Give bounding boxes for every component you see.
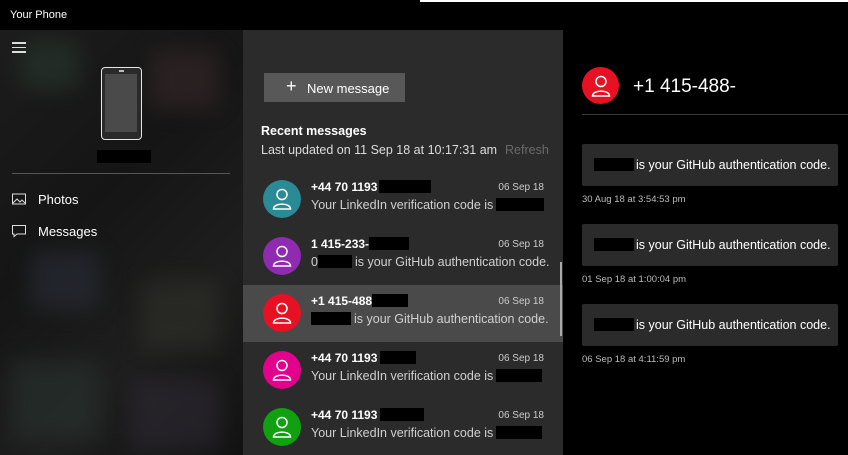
messages-icon [12, 225, 26, 238]
message-bubble: is your GitHub authentication code. [582, 224, 838, 266]
title-bar-highlight [420, 0, 848, 2]
redacted-text [317, 255, 352, 268]
message-bubble: is your GitHub authentication code. [582, 144, 838, 186]
message-text: is your GitHub authentication code. [636, 238, 831, 252]
message-bubble: is your GitHub authentication code. [582, 304, 838, 346]
person-icon [272, 359, 292, 381]
recent-messages-heading: Recent messages [261, 124, 367, 138]
redacted-text [594, 238, 634, 251]
new-message-button[interactable]: + New message [264, 73, 405, 102]
nav-item-messages[interactable]: Messages [0, 217, 243, 245]
conversation-date: 06 Sep 18 [498, 353, 544, 364]
message-text: is your GitHub authentication code. [636, 318, 831, 332]
title-bar: Your Phone [0, 0, 848, 30]
nav-item-photos[interactable]: Photos [0, 185, 243, 213]
conversation-name: +44 70 1193 [311, 180, 432, 194]
conversation-preview: Your LinkedIn verification code is [311, 426, 543, 440]
conversation-name: 1 415-233- [311, 237, 410, 251]
contact-name: +1 415-488- [633, 76, 736, 97]
conversation-date: 06 Sep 18 [498, 182, 544, 193]
background-blur [130, 380, 220, 450]
avatar [263, 237, 301, 275]
conversation-name: +1 415-488 [311, 294, 409, 308]
conversation-date: 06 Sep 18 [498, 410, 544, 421]
conversation-detail-pane: +1 415-488- is your GitHub authenticatio… [563, 30, 848, 455]
nav-divider [12, 173, 230, 174]
conversation-item-selected[interactable]: +1 415-488 06 Sep 18 is your GitHub auth… [243, 285, 563, 342]
nav-item-label: Messages [38, 224, 98, 239]
contact-avatar [582, 67, 619, 104]
phone-device-icon [101, 67, 142, 140]
redacted-text [380, 408, 425, 421]
person-icon [272, 245, 292, 267]
background-blur [30, 250, 100, 310]
conversation-item[interactable]: +44 70 1193 06 Sep 18 Your LinkedIn veri… [243, 342, 563, 399]
background-blur [140, 280, 220, 350]
redacted-text [594, 158, 634, 171]
person-icon [272, 416, 292, 438]
redacted-text [311, 312, 351, 325]
scrollbar-thumb[interactable] [560, 262, 562, 336]
background-blur [10, 360, 100, 440]
redacted-text [380, 351, 417, 364]
avatar [263, 351, 301, 389]
conversation-name: +44 70 1193 [311, 351, 417, 365]
last-updated-text: Last updated on 11 Sep 18 at 10:17:31 am [261, 143, 498, 157]
person-icon [272, 302, 292, 324]
messages-list-pane: + New message Recent messages Last updat… [243, 30, 563, 455]
redacted-text [379, 180, 432, 193]
nav-item-label: Photos [38, 192, 79, 207]
conversation-name: +44 70 1193 [311, 408, 425, 422]
redacted-text [496, 198, 545, 211]
message-timestamp: 30 Aug 18 at 3:54:53 pm [582, 194, 686, 205]
redacted-text [369, 237, 410, 250]
redacted-text [372, 294, 409, 307]
conversation-item[interactable]: 1 415-233- 06 Sep 18 0 is your GitHub aut… [243, 228, 563, 285]
avatar [263, 294, 301, 332]
conversation-date: 06 Sep 18 [498, 239, 544, 250]
person-icon [591, 75, 611, 97]
avatar [263, 180, 301, 218]
header-divider [582, 114, 848, 115]
message-timestamp: 06 Sep 18 at 4:11:59 pm [582, 354, 686, 365]
conversation-preview: 0 is your GitHub authentication code. [311, 255, 550, 269]
nav-pane: Photos Messages [0, 30, 243, 455]
redacted-text [496, 426, 543, 439]
conversation-item[interactable]: +44 70 1193 06 Sep 18 Your LinkedIn veri… [243, 171, 563, 228]
new-message-label: New message [307, 81, 390, 96]
app-title: Your Phone [10, 9, 68, 21]
photos-icon [12, 193, 26, 205]
background-blur [150, 50, 220, 110]
hamburger-menu-icon[interactable] [12, 42, 26, 53]
redacted-text [594, 318, 634, 331]
refresh-link[interactable]: Refresh [505, 143, 549, 157]
redacted-text [496, 369, 543, 382]
message-text: is your GitHub authentication code. [636, 158, 831, 172]
background-blur [20, 40, 80, 90]
conversation-preview: Your LinkedIn verification code is [311, 198, 545, 212]
device-name-redacted [97, 150, 151, 163]
plus-icon: + [286, 76, 297, 96]
conversation-preview: is your GitHub authentication code. [311, 312, 549, 326]
message-timestamp: 01 Sep 18 at 1:00:04 pm [582, 274, 687, 285]
conversation-item[interactable]: +44 70 1193 06 Sep 18 Your LinkedIn veri… [243, 399, 563, 455]
person-icon [272, 188, 292, 210]
conversation-date: 06 Sep 18 [498, 296, 544, 307]
avatar [263, 408, 301, 446]
conversation-preview: Your LinkedIn verification code is [311, 369, 543, 383]
